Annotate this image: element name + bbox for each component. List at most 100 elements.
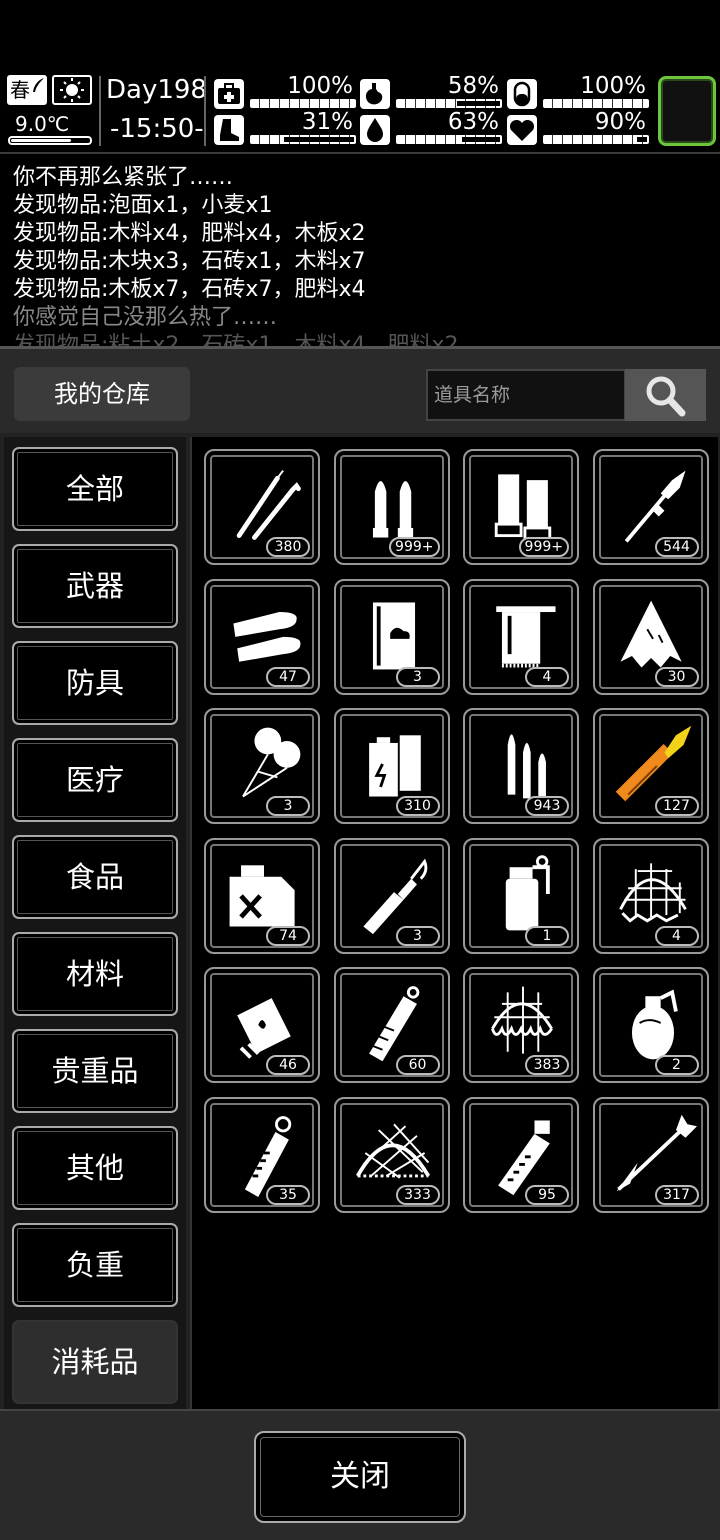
balloons-icon <box>242 727 301 798</box>
incendiary-grenade-icon <box>237 998 291 1059</box>
item-count: 1 <box>525 925 569 946</box>
item-count: 47 <box>266 666 310 687</box>
log-line: 发现物品:木块x3，石砖x1，木料x7 <box>13 249 366 274</box>
pistol-ammo-icon <box>372 481 413 538</box>
stat-percent: 63% <box>447 109 499 135</box>
item-slot[interactable]: 333 <box>333 1096 450 1213</box>
divider <box>99 76 101 146</box>
lockpick-icon <box>236 469 301 540</box>
net-trap-icon <box>618 862 687 923</box>
item-count: 74 <box>266 925 310 946</box>
rocket-orange-icon <box>615 725 691 802</box>
item-slot[interactable]: 1 <box>463 837 579 954</box>
item-slot[interactable]: 310 <box>333 708 450 824</box>
book-icon <box>372 601 415 669</box>
item-slot[interactable]: 47 <box>204 578 320 695</box>
category-food[interactable]: 食品 <box>12 835 178 919</box>
search-button[interactable] <box>625 369 706 421</box>
item-count: 999+ <box>389 537 440 557</box>
battery-icon <box>368 735 421 797</box>
stat-percent: 58% <box>447 73 499 99</box>
bullet-pair-icon <box>233 611 301 662</box>
category-weapons[interactable]: 武器 <box>12 544 178 628</box>
search-input[interactable] <box>426 369 626 421</box>
stat-medicine: 100% <box>507 73 652 111</box>
category-valuables[interactable]: 贵重品 <box>12 1029 178 1113</box>
frag-grenade-icon <box>631 989 678 1060</box>
item-slot[interactable]: 30 <box>592 578 709 695</box>
item-slot[interactable]: 74 <box>204 837 320 954</box>
flashbang-icon <box>244 1115 292 1197</box>
item-count: 35 <box>266 1184 310 1205</box>
item-slot[interactable]: 317 <box>592 1096 709 1213</box>
item-slot[interactable]: 95 <box>463 1096 579 1213</box>
item-slot[interactable]: 4 <box>592 837 709 954</box>
stat-percent: 31% <box>301 109 353 135</box>
water-drop-icon <box>360 115 390 145</box>
item-count: 30 <box>654 666 699 687</box>
pill-icon <box>507 79 537 109</box>
item-count: 999+ <box>518 537 569 557</box>
panel-footer: 关闭 <box>0 1409 720 1540</box>
item-slot[interactable]: 999+ <box>333 449 450 565</box>
category-medical[interactable]: 医疗 <box>12 738 178 822</box>
net-icon <box>491 986 553 1054</box>
close-button[interactable]: 关闭 <box>254 1431 466 1523</box>
item-slot[interactable]: 3 <box>204 708 320 824</box>
towel-icon <box>496 605 556 668</box>
category-load[interactable]: 负重 <box>12 1223 178 1307</box>
item-count: 380 <box>266 537 310 557</box>
item-slot[interactable]: 3 <box>333 578 450 695</box>
item-count: 127 <box>654 796 699 816</box>
item-slot[interactable]: 3 <box>333 837 450 954</box>
category-materials[interactable]: 材料 <box>12 932 178 1016</box>
temperature-bar <box>8 136 92 145</box>
category-other[interactable]: 其他 <box>12 1126 178 1210</box>
item-slot[interactable]: 127 <box>592 708 709 824</box>
jerrycan-icon <box>229 864 295 927</box>
item-count: 3 <box>395 666 440 687</box>
smoke-grenade-icon <box>505 854 550 930</box>
stat-bar <box>396 99 502 108</box>
log-line: 发现物品:木料x4，肥料x4，木板x2 <box>13 221 366 246</box>
item-slot[interactable]: 943 <box>463 708 579 824</box>
rifle-ammo-icon <box>507 734 546 801</box>
category-all[interactable]: 全部 <box>12 447 178 531</box>
item-count: 46 <box>266 1055 310 1075</box>
category-armor[interactable]: 防具 <box>12 641 178 725</box>
stat-percent: 100% <box>580 73 646 99</box>
stat-bar <box>250 99 356 108</box>
log-line: 发现物品:粘土x2，石砖x1，木料x4，肥料x2 <box>13 333 459 346</box>
item-slot[interactable]: 4 <box>463 578 579 695</box>
item-slot[interactable]: 999+ <box>463 449 579 565</box>
tear-gas-icon <box>368 986 419 1062</box>
item-count: 317 <box>654 1184 699 1205</box>
category-sidebar: 全部 武器 防具 医疗 食品 材料 贵重品 其他 负重 消耗品 <box>4 437 186 1409</box>
stat-bar <box>543 135 649 144</box>
shotgun-shell-icon <box>494 474 552 541</box>
item-count: 943 <box>525 796 569 816</box>
item-count: 3 <box>395 925 440 946</box>
sun-icon <box>60 78 84 102</box>
stat-mood: 90% <box>507 109 652 147</box>
log-line: 发现物品:木板x7，石砖x7，肥料x4 <box>13 277 366 302</box>
stat-thirst: 63% <box>360 109 505 147</box>
item-count: 3 <box>266 796 310 816</box>
item-slot[interactable]: 2 <box>592 967 709 1083</box>
item-slot[interactable]: 544 <box>592 449 709 565</box>
item-slot[interactable]: 60 <box>333 967 450 1083</box>
stat-percent: 100% <box>287 73 353 99</box>
stat-bar <box>396 135 502 144</box>
category-consumables[interactable]: 消耗品 <box>12 1320 178 1404</box>
item-slot[interactable]: 380 <box>204 449 320 565</box>
item-slot[interactable]: 46 <box>204 967 320 1083</box>
item-count: 544 <box>654 537 699 557</box>
item-slot[interactable]: 383 <box>463 967 579 1083</box>
season-label: 春 <box>10 78 30 102</box>
medkit-icon <box>214 79 244 109</box>
item-count: 383 <box>525 1055 569 1075</box>
heart-icon <box>507 115 537 145</box>
net-dome-icon <box>355 1123 430 1179</box>
item-slot[interactable]: 35 <box>204 1096 320 1213</box>
equipped-slot[interactable] <box>658 76 716 146</box>
